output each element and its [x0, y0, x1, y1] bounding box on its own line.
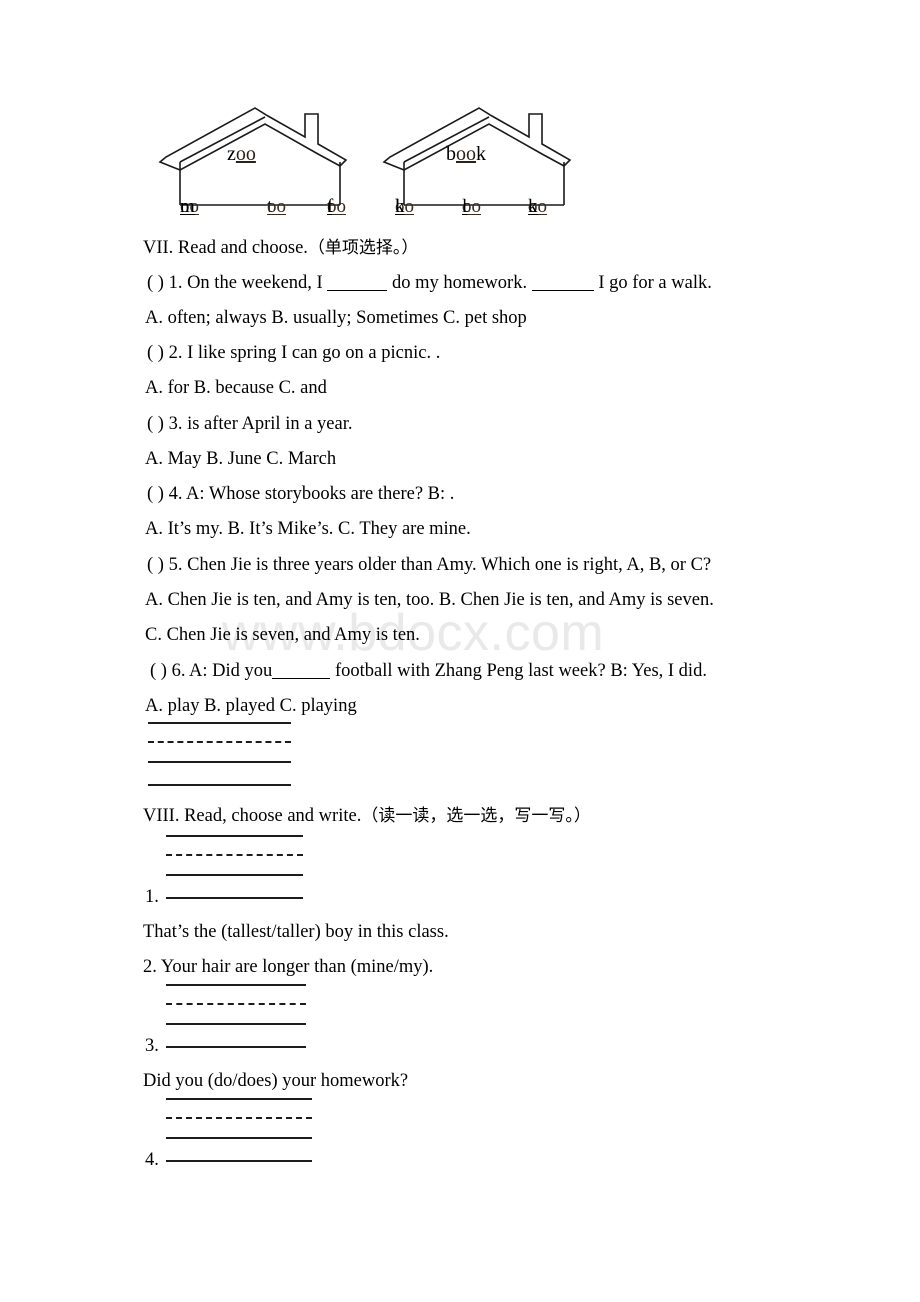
writing-line-dashed [166, 854, 303, 856]
question-4-options[interactable]: A. It’s my. B. It’s Mike’s. C. They are … [145, 519, 471, 539]
writing-lines-block-0[interactable] [148, 722, 291, 788]
house-zoo-label: zoo [227, 143, 256, 165]
section-viii-heading-cn: （读一读，选一选，写一写。） [361, 806, 591, 826]
question-6-stem: ( ) 6. A: Did you football with Zhang Pe… [150, 661, 707, 681]
question-5-stem: ( ) 5. Chen Jie is three years older tha… [147, 555, 712, 575]
question-4-stem: ( ) 4. A: Whose storybooks are there? B:… [147, 484, 455, 504]
writing-line-mid [166, 874, 303, 876]
question-1-stem: ( ) 1. On the weekend, I do my homework.… [147, 273, 712, 293]
phonics-word-row: r oo m t oo f oo t l oo k c oo l c oo k [180, 196, 547, 217]
writing-line-base [166, 897, 303, 899]
question-3-options[interactable]: A. May B. June C. March [145, 449, 336, 469]
writing-line-top [166, 1098, 312, 1100]
section-viii-heading: VIII. Read, choose and write.（读一读，选一选，写一… [143, 806, 591, 826]
writing-line-top [166, 835, 303, 837]
writing-line-mid [148, 761, 291, 763]
q1-blank-2[interactable] [531, 290, 594, 291]
question-5-options[interactable]: A. Chen Jie is ten, and Amy is ten, too.… [145, 590, 714, 610]
question-6-options[interactable]: A. play B. played C. playing [145, 696, 357, 716]
question-2-stem: ( ) 2. I like spring I can go on a picni… [147, 343, 441, 363]
writing-item-sentence-3: Did you (do/does) your homework? [143, 1071, 409, 1091]
writing-line-base [148, 784, 291, 786]
writing-item-number-3: 3. [145, 1036, 159, 1056]
section-vii-heading-en: VII. Read and choose. [143, 238, 308, 258]
writing-line-base [166, 1160, 312, 1162]
writing-item-number-1: 1. [145, 887, 159, 907]
q6-blank-1[interactable] [272, 678, 331, 679]
q1-stem-part-a: ( ) 1. On the weekend, I [147, 273, 328, 293]
writing-lines-block-1[interactable] [166, 835, 303, 901]
writing-lines-block-2[interactable] [166, 984, 306, 1050]
q1-stem-part-c: I go for a walk. [593, 273, 712, 293]
writing-item-number-4: 4. [145, 1150, 159, 1170]
writing-lines-block-3[interactable] [166, 1098, 312, 1164]
section-viii-heading-en: VIII. Read, choose and write. [143, 806, 362, 826]
writing-line-dashed [148, 741, 291, 743]
writing-item-sentence-1: That’s the (tallest/taller) boy in this … [143, 922, 449, 942]
question-3-stem: ( ) 3. is after April in a year. [147, 414, 353, 434]
question-5-options-2[interactable]: C. Chen Jie is seven, and Amy is ten. [145, 625, 420, 645]
writing-item-sentence-2: 2. Your hair are longer than (mine/my). [143, 957, 434, 977]
section-vii-heading-cn: （单项选择。） [307, 238, 419, 258]
question-1-options[interactable]: A. often; always B. usually; Sometimes C… [145, 308, 527, 328]
writing-line-dashed [166, 1003, 306, 1005]
house-book-label: book [446, 143, 486, 165]
q1-blank-1[interactable] [327, 290, 388, 291]
writing-line-top [166, 984, 306, 986]
q1-stem-part-b: do my homework. [387, 273, 532, 293]
q6-stem-part-b: football with Zhang Peng last week? B: Y… [330, 661, 707, 681]
section-vii-heading: VII. Read and choose.（单项选择。） [143, 238, 418, 258]
writing-line-mid [166, 1023, 306, 1025]
question-2-options[interactable]: A. for B. because C. and [145, 378, 327, 398]
writing-line-base [166, 1046, 306, 1048]
writing-line-dashed [166, 1117, 312, 1119]
document-page: www.bdocx.com zoo book r oo m t oo f oo … [0, 0, 920, 1302]
writing-line-mid [166, 1137, 312, 1139]
q6-stem-part-a: ( ) 6. A: Did you [150, 661, 273, 681]
writing-line-top [148, 722, 291, 724]
